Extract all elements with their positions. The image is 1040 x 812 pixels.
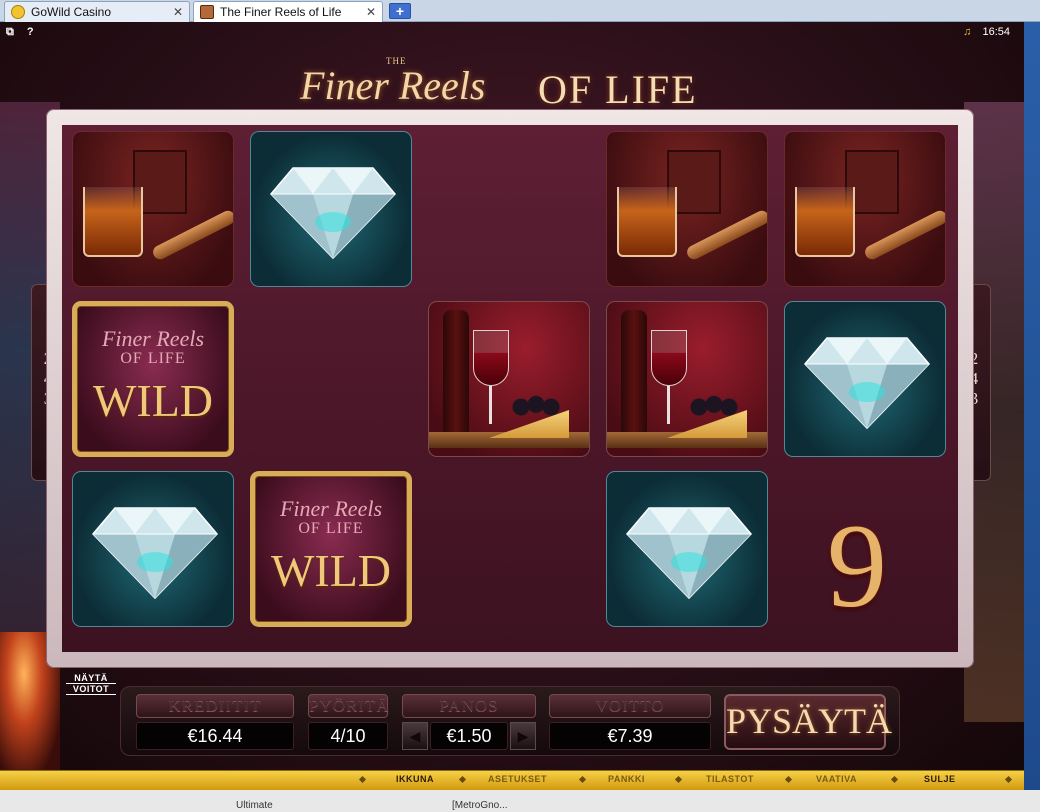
reel-symbol-diamond (250, 131, 412, 287)
wild-subtitle: OF LIFE (120, 350, 186, 367)
diamond-icon (625, 507, 753, 600)
menu-item-asetukset[interactable]: ASETUKSET (488, 774, 547, 784)
reel-grid: 9 Finer Reels OF LIFE WILD Finer Reels OF L… (62, 125, 958, 652)
close-tab-icon[interactable]: ✕ (366, 2, 376, 22)
window-icon[interactable]: ⧉ (6, 26, 14, 38)
symbol-nine: 9 (827, 499, 887, 632)
wine-glass-stem (667, 386, 670, 424)
whisky-glass-icon (617, 187, 677, 257)
stop-button[interactable]: PYSÄYTÄ (724, 694, 892, 750)
wine-glass-stem (489, 386, 492, 424)
game-logo: THE Finer Reels OF LIFE (300, 52, 730, 114)
wine-glass-icon (473, 330, 509, 386)
game-menu-bar: IKKUNA ASETUKSET PANKKI TILASTOT VAATIVA SULJ… (0, 770, 1024, 790)
menu-item-tilastot[interactable]: TILASTOT (706, 774, 754, 784)
desktop-label: [MetroGno... (452, 800, 508, 811)
reel-symbol-wild: Finer Reels OF LIFE WILD (250, 471, 412, 627)
spins-value: 4/10 (308, 722, 388, 750)
close-tab-icon[interactable]: ✕ (173, 2, 183, 22)
diamond-icon (803, 337, 931, 430)
arrow-left-icon: ◀ (409, 728, 421, 744)
menu-separator (784, 775, 793, 784)
casino-favicon-icon (11, 5, 25, 19)
menu-separator (458, 775, 467, 784)
wild-title: Finer Reels (279, 496, 383, 521)
diamond-icon (269, 167, 397, 260)
reel-symbol-whisky (784, 131, 946, 287)
win-value: €7.39 (549, 722, 711, 750)
menu-item-pankki[interactable]: PANKKI (608, 774, 645, 784)
reel-symbol-diamond (784, 301, 946, 457)
logo-script: Finer Reels (300, 63, 486, 108)
reel-symbol-diamond (606, 471, 768, 627)
reel-symbol-wild: Finer Reels OF LIFE WILD (72, 301, 234, 457)
wine-bottle-icon (443, 310, 469, 440)
tab-label: The Finer Reels of Life (220, 5, 342, 19)
reel-symbol-whisky (72, 131, 234, 287)
diamond-icon (91, 507, 219, 600)
wild-subtitle: OF LIFE (298, 520, 364, 537)
clock: ♫ 16:54 (963, 26, 1010, 38)
arrow-right-icon: ▶ (517, 728, 529, 744)
control-panel: KREDIITIT €16.44 PYÖRITÄ 4/10 PANOS ◀ €1… (120, 686, 900, 756)
show-wins-label-1: NÄYTÄ (66, 673, 116, 684)
menu-item-sulje[interactable]: SULJE (924, 774, 956, 784)
system-icons: ⧉ ? (6, 26, 34, 39)
wild-label: WILD (92, 375, 214, 426)
clock-time: 16:54 (982, 26, 1010, 38)
menu-separator (578, 775, 587, 784)
desktop-label: Ultimate (236, 800, 273, 811)
spins-label: PYÖRITÄ (308, 694, 389, 718)
menu-separator (358, 775, 367, 784)
reel-symbol-wine (606, 301, 768, 457)
wild-title: Finer Reels (101, 326, 205, 351)
bet-increase-button[interactable]: ▶ (510, 722, 536, 750)
reel-symbol-whisky (606, 131, 768, 287)
browser-tab-bar: GoWild Casino ✕ The Finer Reels of Life … (0, 0, 1040, 22)
reel-frame: 9 Finer Reels OF LIFE WILD Finer Reels OF L… (46, 109, 974, 668)
show-wins-label-2: VOITOT (66, 684, 116, 695)
menu-separator (674, 775, 683, 784)
bell-icon[interactable]: ♫ (963, 26, 971, 38)
desktop-strip: Ultimate [MetroGno... (0, 790, 1040, 812)
bet-label: PANOS (402, 694, 536, 718)
bet-decrease-button[interactable]: ◀ (402, 722, 428, 750)
credits-label: KREDIITIT (136, 694, 294, 718)
bet-value: €1.50 (430, 722, 508, 750)
wine-glass-icon (651, 330, 687, 386)
credits-value: €16.44 (136, 722, 294, 750)
cigar-icon (150, 208, 233, 262)
help-icon[interactable]: ? (27, 26, 34, 38)
menu-item-ikkuna[interactable]: IKKUNA (396, 774, 434, 784)
menu-item-vaativa[interactable]: VAATIVA (816, 774, 857, 784)
reel-symbol-diamond (72, 471, 234, 627)
game-favicon-icon (200, 5, 214, 19)
tab-label: GoWild Casino (31, 5, 112, 19)
win-label: VOITTO (549, 694, 711, 718)
menu-separator (1004, 775, 1013, 784)
menu-separator (890, 775, 899, 784)
cigar-icon (684, 208, 767, 262)
game-area: ⧉ ? ♫ 16:54 THE Finer Reels OF LIFE 2 4 … (0, 22, 1024, 770)
reel-symbol-wine (428, 301, 590, 457)
wild-label: WILD (270, 545, 392, 596)
show-wins-button[interactable]: NÄYTÄ VOITOT (66, 673, 116, 695)
cigar-icon (862, 208, 945, 262)
wine-bottle-icon (621, 310, 647, 440)
window-edge (1024, 22, 1040, 790)
tab-gowild-casino[interactable]: GoWild Casino ✕ (4, 1, 190, 22)
screen: GoWild Casino ✕ The Finer Reels of Life … (0, 0, 1040, 812)
whisky-glass-icon (83, 187, 143, 257)
logo-caps: OF LIFE (538, 67, 698, 112)
whisky-glass-icon (795, 187, 855, 257)
tab-finer-reels[interactable]: The Finer Reels of Life ✕ (193, 1, 383, 22)
new-tab-button[interactable]: + (389, 3, 411, 19)
